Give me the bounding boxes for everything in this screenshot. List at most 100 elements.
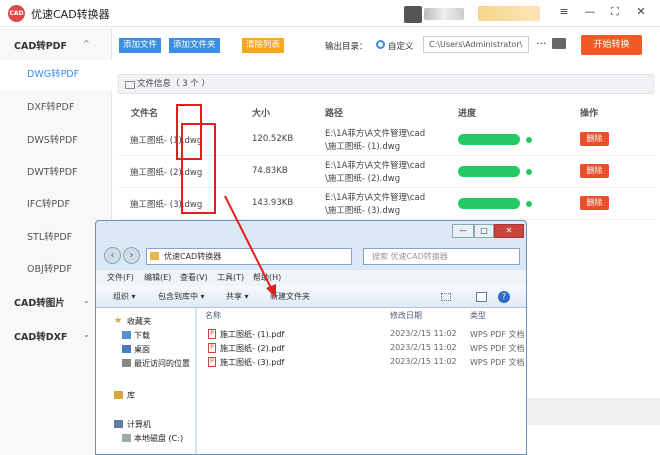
delete-button[interactable]: 删除 (580, 196, 609, 210)
user-avatar[interactable] (404, 6, 422, 23)
sidebar-item-dwg-to-pdf[interactable]: DWG转PDF (0, 60, 112, 90)
pdf-file-icon: P (208, 343, 216, 353)
folder-icon[interactable] (552, 38, 566, 49)
menu-bar: 文件(F) 编辑(E) 查看(V) 工具(T) 帮助(H) (96, 270, 526, 286)
pdf-file-icon: P (208, 357, 216, 367)
file-list: 名称 修改日期 类型 P 施工图纸- (1).pdf 2023/2/15 11:… (176, 104, 526, 454)
custom-radio-label: 自定义 (388, 42, 414, 52)
nav-computer[interactable]: 计算机 (127, 419, 151, 430)
maximize-icon[interactable]: ⛶ (607, 4, 623, 20)
search-input[interactable]: 搜索 优速CAD转换器 (363, 248, 520, 265)
back-icon[interactable]: ‹ (104, 247, 121, 264)
pdf-file-icon: P (208, 329, 216, 339)
app-title: 优速CAD转换器 (31, 8, 110, 21)
file-path-line2: \施工图纸- (1).dwg (325, 142, 401, 152)
sidebar-group-cad-to-dxf[interactable]: CAD转DXF (14, 329, 67, 343)
delete-button[interactable]: 删除 (580, 164, 609, 178)
menu-view[interactable]: 查看(V) (180, 270, 208, 286)
nav-downloads[interactable]: 下载 (134, 330, 150, 341)
file-type: WPS PDF 文档 (470, 344, 525, 353)
file-path-line1: E:\1A菲方\A文件管理\cad (325, 161, 426, 171)
command-bar: 组织 ▾ 包含到库中 ▾ 共享 ▾ 新建文件夹 ? (96, 286, 526, 308)
new-folder-button[interactable]: 新建文件夹 (270, 286, 310, 308)
file-path-line2: \施工图纸- (2).dwg (325, 174, 401, 184)
nav-local-disk[interactable]: 本地磁盘 (C:) (134, 433, 183, 444)
add-file-button[interactable]: 添加文件 (119, 38, 162, 53)
column-header-date[interactable]: 修改日期 (390, 310, 422, 321)
share-button[interactable]: 共享 ▾ (226, 286, 249, 308)
start-convert-button[interactable]: 开始转换 (581, 35, 642, 55)
organize-button[interactable]: 组织 ▾ (113, 286, 136, 308)
list-item[interactable]: P 施工图纸- (1).pdf 2023/2/15 11:02 WPS PDF … (197, 328, 526, 341)
list-item[interactable]: P 施工图纸- (2).pdf 2023/2/15 11:02 WPS PDF … (197, 342, 526, 355)
chevron-down-icon[interactable]: ⌄ (83, 330, 90, 339)
file-size: 120.52KB (252, 134, 294, 144)
file-name: 施工图纸- (1).pdf (220, 330, 285, 339)
sidebar-item-dws-to-pdf[interactable]: DWS转PDF (0, 126, 112, 156)
clear-list-button[interactable]: 清除列表 (242, 38, 285, 53)
column-header-path: 路径 (325, 109, 344, 119)
nav-library[interactable]: 库 (127, 390, 135, 401)
file-name: 施工图纸- (3).pdf (220, 358, 285, 367)
sidebar-item-ifc-to-pdf[interactable]: IFC转PDF (0, 190, 112, 220)
preview-pane-icon[interactable] (476, 292, 487, 302)
nav-favorites[interactable]: 收藏夹 (127, 316, 151, 327)
file-type: WPS PDF 文档 (470, 358, 525, 367)
minimize-icon[interactable]: — (452, 224, 474, 238)
output-path-input[interactable]: C:\Users\Administrator\ (423, 36, 529, 53)
menu-edit[interactable]: 编辑(E) (144, 270, 171, 286)
app-logo: CAD (8, 5, 25, 22)
nav-recent[interactable]: 最近访问的位置 (134, 358, 190, 369)
minimize-icon[interactable]: — (582, 4, 598, 20)
file-explorer-window: — □ ✕ ‹ › 优速CAD转换器 搜索 优速CAD转换器 文件(F) 编辑(… (95, 104, 527, 455)
delete-button[interactable]: 删除 (580, 132, 609, 146)
column-header-name[interactable]: 名称 (205, 310, 221, 321)
star-icon: ★ (114, 316, 123, 326)
chevron-up-icon[interactable]: ^ (83, 39, 90, 48)
view-options-icon[interactable] (441, 293, 451, 301)
footer-panel (527, 398, 660, 425)
desktop-icon (122, 345, 131, 353)
include-in-library-button[interactable]: 包含到库中 ▾ (158, 286, 205, 308)
sidebar-item-dwt-to-pdf[interactable]: DWT转PDF (0, 158, 112, 188)
download-folder-icon (122, 331, 131, 339)
file-path-line1: E:\1A菲方\A文件管理\cad (325, 193, 426, 203)
menu-tools[interactable]: 工具(T) (217, 270, 244, 286)
custom-radio[interactable] (376, 40, 385, 49)
menu-icon[interactable]: ≡ (556, 4, 572, 20)
progress-bar (458, 134, 520, 145)
computer-icon (114, 420, 123, 428)
title-bar: CAD 优速CAD转换器 ≡ — ⛶ ✕ (0, 0, 660, 27)
column-header-name: 文件名 (131, 109, 159, 119)
file-date: 2023/2/15 11:02 (390, 357, 457, 366)
help-icon[interactable]: ? (498, 291, 510, 303)
menu-help[interactable]: 帮助(H) (253, 270, 281, 286)
file-date: 2023/2/15 11:02 (390, 343, 457, 352)
column-header-type[interactable]: 类型 (470, 310, 486, 321)
column-header-progress: 进度 (458, 109, 477, 119)
file-date: 2023/2/15 11:02 (390, 329, 457, 338)
vip-badge-blurred[interactable] (478, 6, 540, 21)
progress-bar (458, 198, 520, 209)
close-icon[interactable]: ✕ (633, 4, 649, 20)
recent-places-icon (122, 359, 131, 367)
chevron-down-icon[interactable]: ⌄ (83, 296, 90, 305)
output-dir-label: 输出目录： (325, 42, 368, 52)
sidebar-group-cad-to-image[interactable]: CAD转图片 (14, 295, 65, 309)
navigation-pane: ★ 收藏夹 下载 桌面 最近访问的位置 库 计算机 本地磁盘 (C:) (96, 308, 196, 454)
forward-icon[interactable]: › (123, 247, 140, 264)
nav-desktop[interactable]: 桌面 (134, 344, 150, 355)
sidebar-item-dxf-to-pdf[interactable]: DXF转PDF (0, 93, 112, 123)
menu-file[interactable]: 文件(F) (107, 270, 134, 286)
file-name: 施工图纸- (2).pdf (220, 344, 285, 353)
disk-icon (122, 434, 131, 442)
more-options-icon[interactable]: ··· (536, 37, 547, 50)
sidebar-group-cad-to-pdf[interactable]: CAD转PDF (14, 38, 67, 52)
add-folder-button[interactable]: 添加文件夹 (169, 38, 220, 53)
close-icon[interactable]: ✕ (494, 224, 524, 238)
folder-icon (150, 252, 159, 260)
maximize-icon[interactable]: □ (474, 224, 494, 238)
library-icon (114, 391, 123, 399)
list-item[interactable]: P 施工图纸- (3).pdf 2023/2/15 11:02 WPS PDF … (197, 356, 526, 369)
address-bar[interactable]: 优速CAD转换器 (146, 248, 352, 265)
